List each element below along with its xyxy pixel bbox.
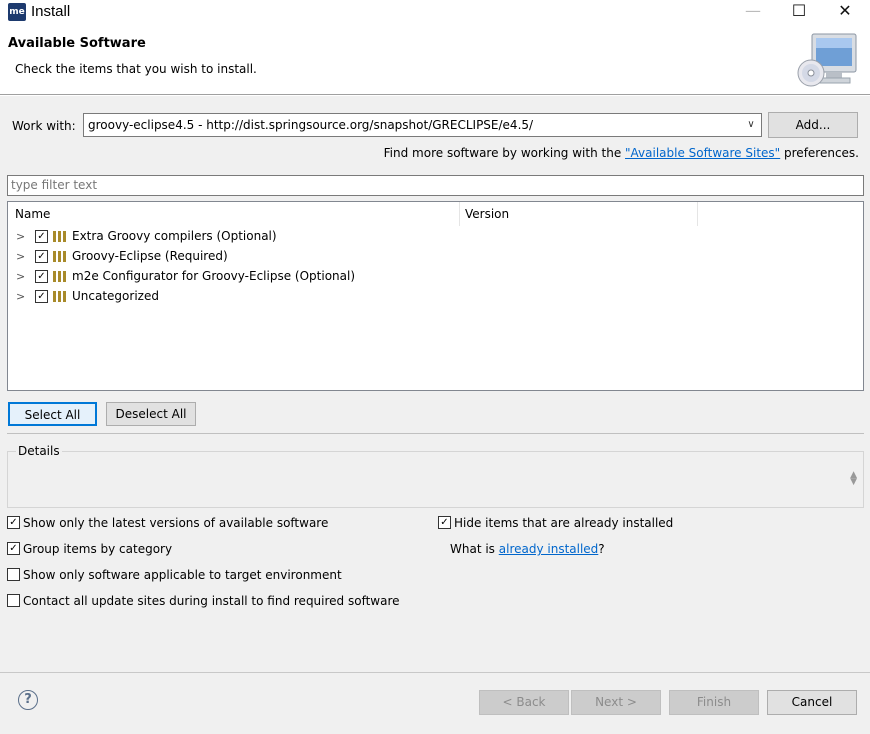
package-icon	[53, 231, 67, 242]
details-label: Details	[16, 444, 62, 458]
page-title: Available Software	[8, 36, 146, 51]
row-label: Extra Groovy compilers (Optional)	[72, 229, 277, 243]
row-label: Uncategorized	[72, 289, 159, 303]
software-tree[interactable]: Name Version > ✓ Extra Groovy compilers …	[7, 201, 864, 391]
chevron-right-icon[interactable]: >	[16, 290, 25, 303]
latest-versions-checkbox[interactable]: ✓	[7, 516, 20, 529]
deselect-all-button[interactable]: Deselect All	[106, 402, 196, 426]
target-environment-checkbox[interactable]	[7, 568, 20, 581]
chevron-down-icon[interactable]: ∨	[743, 114, 759, 136]
package-icon	[53, 271, 67, 282]
package-icon	[53, 251, 67, 262]
cancel-button[interactable]: Cancel	[767, 690, 857, 715]
close-button[interactable]: ✕	[822, 0, 868, 24]
title-bar: me Install — ☐ ✕	[0, 0, 870, 28]
scroll-arrows-icon[interactable]: ▲ ▼	[850, 471, 857, 487]
what-is-installed-text: What is already installed?	[450, 542, 605, 556]
group-by-category-checkbox[interactable]: ✓	[7, 542, 20, 555]
page-description: Check the items that you wish to install…	[15, 62, 257, 76]
chevron-right-icon[interactable]: >	[16, 230, 25, 243]
tree-header: Name Version	[8, 202, 863, 226]
wizard-header: Available Software Check the items that …	[0, 28, 870, 95]
latest-versions-option[interactable]: ✓ Show only the latest versions of availa…	[7, 516, 328, 530]
minimize-button[interactable]: —	[730, 0, 776, 24]
row-label: m2e Configurator for Groovy-Eclipse (Opt…	[72, 269, 356, 283]
already-installed-link[interactable]: already installed	[499, 542, 599, 556]
find-more-text: Find more software by working with the "…	[383, 146, 859, 160]
tree-row[interactable]: > ✓ m2e Configurator for Groovy-Eclipse …	[8, 267, 863, 287]
column-version[interactable]: Version	[460, 202, 698, 226]
add-site-button[interactable]: Add...	[768, 112, 858, 138]
work-with-label: Work with:	[12, 119, 76, 133]
row-checkbox[interactable]: ✓	[35, 290, 48, 303]
available-sites-link[interactable]: "Available Software Sites"	[625, 146, 780, 160]
work-with-value: groovy-eclipse4.5 - http://dist.springso…	[88, 118, 534, 132]
select-all-button[interactable]: Select All	[8, 402, 97, 426]
wizard-content: Work with: groovy-eclipse4.5 - http://di…	[0, 96, 870, 672]
column-name[interactable]: Name	[8, 202, 460, 226]
contact-update-sites-checkbox[interactable]	[7, 594, 20, 607]
tree-row[interactable]: > ✓ Groovy-Eclipse (Required)	[8, 247, 863, 267]
back-button[interactable]: < Back	[479, 690, 569, 715]
work-with-combo[interactable]: groovy-eclipse4.5 - http://dist.springso…	[83, 113, 762, 137]
maximize-button[interactable]: ☐	[776, 0, 822, 24]
window-title: Install	[31, 3, 71, 20]
group-by-category-option[interactable]: ✓ Group items by category	[7, 542, 172, 556]
row-label: Groovy-Eclipse (Required)	[72, 249, 228, 263]
contact-update-sites-option[interactable]: Contact all update sites during install …	[7, 594, 400, 608]
package-icon	[53, 291, 67, 302]
tree-row[interactable]: > ✓ Uncategorized	[8, 287, 863, 307]
row-checkbox[interactable]: ✓	[35, 230, 48, 243]
wizard-footer: ? < Back Next > Finish Cancel	[0, 672, 870, 734]
divider	[7, 433, 864, 434]
hide-installed-option[interactable]: ✓ Hide items that are already installed	[438, 516, 673, 530]
filter-input[interactable]: type filter text	[7, 175, 864, 196]
help-icon[interactable]: ?	[18, 690, 38, 710]
target-environment-option[interactable]: Show only software applicable to target …	[7, 568, 342, 582]
chevron-right-icon[interactable]: >	[16, 250, 25, 263]
finish-button[interactable]: Finish	[669, 690, 759, 715]
computer-cd-icon	[797, 33, 857, 87]
app-icon: me	[8, 3, 26, 21]
details-panel: ▲ ▼	[7, 451, 864, 508]
hide-installed-checkbox[interactable]: ✓	[438, 516, 451, 529]
row-checkbox[interactable]: ✓	[35, 250, 48, 263]
row-checkbox[interactable]: ✓	[35, 270, 48, 283]
tree-row[interactable]: > ✓ Extra Groovy compilers (Optional)	[8, 227, 863, 247]
next-button[interactable]: Next >	[571, 690, 661, 715]
chevron-right-icon[interactable]: >	[16, 270, 25, 283]
